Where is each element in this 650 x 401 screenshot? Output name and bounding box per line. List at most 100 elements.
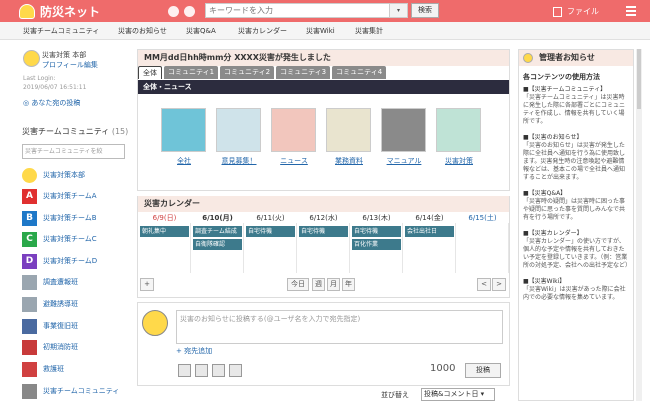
admin-note-title: ■【災害のお知らせ】 bbox=[523, 134, 583, 141]
user-icon[interactable] bbox=[184, 6, 195, 17]
last-login-label: Last Login: bbox=[23, 75, 56, 82]
nav-item-notices[interactable]: 災害のお知らせ bbox=[118, 26, 167, 36]
content-tile-icon[interactable] bbox=[216, 108, 261, 152]
calendar-view-button[interactable]: 今日 bbox=[287, 278, 309, 291]
notification-icon[interactable] bbox=[168, 6, 179, 17]
community-badge-icon: D bbox=[22, 253, 37, 269]
calendar-event[interactable]: 朝礼集中 bbox=[140, 226, 189, 237]
sort-label: 並び替え bbox=[381, 391, 409, 399]
profile-card: 災害対策 本部 プロフィール編集 Last Login: 2019/06/07 … bbox=[15, 44, 130, 114]
search-button[interactable]: 検索 bbox=[411, 3, 439, 18]
community-item[interactable]: 初期消防班 bbox=[22, 338, 78, 356]
calendar-event[interactable]: 自宅待機 bbox=[246, 226, 295, 237]
content-tile-label[interactable]: 全社 bbox=[154, 156, 214, 166]
community-item[interactable]: 災害チームコミュニティ bbox=[22, 382, 119, 400]
community-item[interactable]: 調査遭報班 bbox=[22, 273, 78, 291]
content-tile-icon[interactable] bbox=[381, 108, 426, 152]
calendar-day-column[interactable] bbox=[456, 223, 509, 273]
content-tile-icon[interactable] bbox=[271, 108, 316, 152]
content-tile-label[interactable]: 災害対策 bbox=[429, 156, 489, 166]
helmet-icon bbox=[19, 3, 35, 19]
community-title: 災害チームコミュニティ (15) bbox=[22, 127, 129, 136]
posts-to-you-link[interactable]: ◎ あなた宛の投稿 bbox=[23, 98, 80, 108]
search-dropdown[interactable]: ▾ bbox=[389, 4, 407, 17]
content-tile-label[interactable]: 業務資料 bbox=[319, 156, 379, 166]
admin-note-title: ■【災害Wiki】 bbox=[523, 278, 566, 285]
tab-community-1[interactable]: コミュニティ1 bbox=[164, 66, 219, 79]
nav-item-team-community[interactable]: 災害チームコミュニティ bbox=[23, 26, 99, 36]
calendar-event[interactable]: 会社出社日 bbox=[405, 226, 454, 237]
community-search-input[interactable]: 災害チームコミュニティを絞 bbox=[22, 144, 125, 159]
calendar-day-header: 6/10(月) bbox=[202, 214, 233, 222]
calendar-event[interactable]: 調査チーム結成 bbox=[193, 226, 242, 237]
community-item[interactable]: B 災害対策チームB bbox=[22, 209, 97, 227]
community-item[interactable]: A 災害対策チームA bbox=[22, 187, 97, 205]
admin-notice-title: 管理者お知らせ bbox=[539, 53, 595, 62]
nav-item-qa[interactable]: 災害Q&A bbox=[186, 26, 216, 36]
admin-note: ■【災害カレンダー】 「災害カレンダー」の使い方ですが、個人的な予定や情報を共有し… bbox=[523, 230, 631, 270]
calendar-prev-button[interactable]: < bbox=[477, 278, 491, 291]
community-item-label: 災害チームコミュニティ bbox=[43, 387, 120, 395]
tab-community-4[interactable]: コミュニティ4 bbox=[332, 66, 387, 79]
community-badge-icon bbox=[22, 296, 37, 312]
content-tile-icon[interactable] bbox=[326, 108, 371, 152]
community-item-label: 災害対策本部 bbox=[43, 171, 85, 179]
link-attach-icon[interactable] bbox=[229, 364, 242, 377]
tab-community-3[interactable]: コミュニティ3 bbox=[276, 66, 331, 79]
photo-attach-icon[interactable] bbox=[212, 364, 225, 377]
admin-notice-header: 管理者お知らせ bbox=[519, 50, 633, 66]
calendar-title: 災害カレンダー bbox=[138, 196, 509, 212]
last-login-date: 2019/06/07 16:51:11 bbox=[23, 84, 87, 91]
character-count: 1000 bbox=[430, 363, 456, 374]
admin-notice-subtitle: 各コンテンツの使用方法 bbox=[523, 73, 600, 81]
hamburger-menu-icon[interactable] bbox=[626, 6, 636, 16]
community-item-label: 災害対策チームB bbox=[43, 214, 97, 222]
calendar-event[interactable]: 百化作業 bbox=[352, 239, 401, 250]
admin-note-body: 「災害時の疑問」は災害時に困った事や疑問に思った事を質問しみんなで共有を行う場所… bbox=[523, 198, 626, 221]
file-link[interactable]: ファイル bbox=[553, 6, 599, 17]
calendar-add-button[interactable]: + bbox=[140, 278, 154, 291]
tab-all[interactable]: 全体 bbox=[138, 66, 162, 79]
add-recipient-link[interactable]: + 宛先追加 bbox=[176, 346, 212, 356]
admin-avatar bbox=[523, 53, 533, 63]
content-tile-label[interactable]: 意見募集！ bbox=[209, 156, 269, 166]
calendar-view-button[interactable]: 年 bbox=[342, 278, 355, 291]
right-scrollbar[interactable] bbox=[636, 49, 642, 401]
community-item[interactable]: 災害対策本部 bbox=[22, 166, 85, 184]
community-item[interactable]: 事業復旧班 bbox=[22, 317, 78, 335]
calendar-day-header: 6/13(木) bbox=[362, 214, 391, 222]
content-tile-icon[interactable] bbox=[436, 108, 481, 152]
calendar-day-header: 6/15(土) bbox=[468, 214, 497, 222]
calendar-view-button[interactable]: 週 bbox=[312, 278, 325, 291]
post-textarea[interactable]: 災害のお知らせに投稿する(@ユーザ名を入力で宛先指定) bbox=[176, 310, 503, 344]
calendar-event[interactable]: 自衛隊確認 bbox=[193, 239, 242, 250]
content-tile-icon[interactable] bbox=[161, 108, 206, 152]
calendar-event[interactable]: 自宅待機 bbox=[299, 226, 348, 237]
profile-edit-link[interactable]: プロフィール編集 bbox=[42, 60, 98, 70]
tab-community-2[interactable]: コミュニティ2 bbox=[220, 66, 275, 79]
content-tile-label[interactable]: ニュース bbox=[264, 156, 324, 166]
sort-select[interactable]: 投稿&コメント日 ▾ bbox=[421, 388, 495, 401]
community-item[interactable]: C 災害対策チームC bbox=[22, 230, 97, 248]
calendar-next-button[interactable]: > bbox=[492, 278, 506, 291]
community-item[interactable]: 救護班 bbox=[22, 360, 64, 378]
admin-note: ■【災害Q&A】 「災害時の疑問」は災害時に困った事や疑問に思った事を質問しみんな… bbox=[523, 190, 629, 222]
calendar-view-button[interactable]: 月 bbox=[327, 278, 340, 291]
calendar-event[interactable]: 自宅待機 bbox=[352, 226, 401, 237]
community-item[interactable]: 避難誘導班 bbox=[22, 295, 78, 313]
community-badge-icon bbox=[22, 383, 37, 399]
image-attach-icon[interactable] bbox=[178, 364, 191, 377]
calendar-day-header: 6/11(火) bbox=[256, 214, 285, 222]
admin-note-body: 「災害のお知らせ」は災害が発生した際に全社員へ通知を行う為に使用致します。災害発… bbox=[523, 142, 626, 181]
left-sidebar: 災害対策 本部 プロフィール編集 Last Login: 2019/06/07 … bbox=[15, 44, 130, 114]
nav-item-calendar[interactable]: 災害カレンダー bbox=[238, 26, 287, 36]
file-attach-icon[interactable] bbox=[195, 364, 208, 377]
community-tabs: 全体 コミュニティ1 コミュニティ2 コミュニティ3 コミュニティ4 bbox=[138, 66, 388, 80]
nav-item-wiki[interactable]: 災害Wiki bbox=[306, 26, 335, 36]
nav-item-stats[interactable]: 災害集計 bbox=[355, 26, 383, 36]
search-input[interactable] bbox=[206, 4, 386, 17]
app-logo[interactable]: 防災ネット bbox=[19, 2, 100, 20]
post-submit-button[interactable]: 投稿 bbox=[465, 363, 501, 378]
community-item[interactable]: D 災害対策チームD bbox=[22, 252, 97, 270]
content-tile-label[interactable]: マニュアル bbox=[374, 156, 434, 166]
